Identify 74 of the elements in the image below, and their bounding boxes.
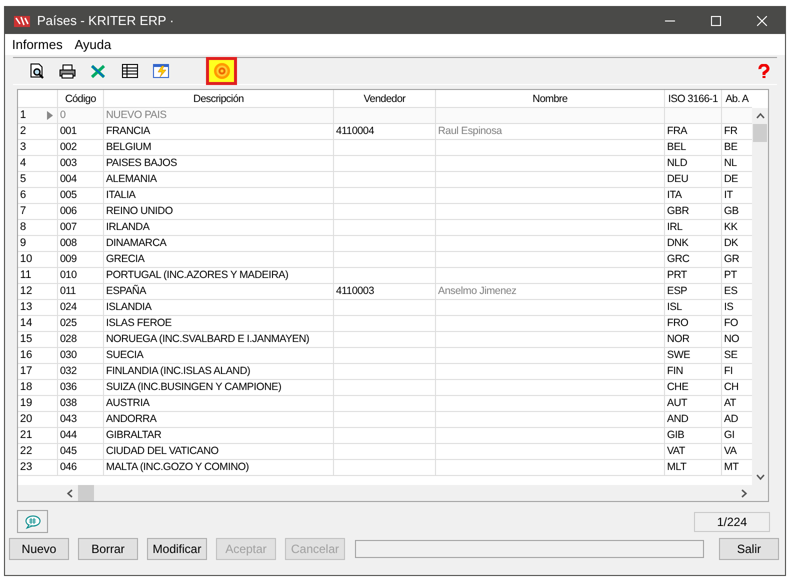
table-row[interactable]: 5 004 ALEMANIA DEU DE [18, 172, 752, 188]
table-row[interactable]: 16 030 SUECIA SWE SE [18, 348, 752, 364]
app-logo-icon [13, 14, 31, 28]
row-number: 21 [20, 428, 32, 444]
scroll-thumb[interactable] [78, 485, 94, 501]
menu-item[interactable]: Informes [12, 34, 63, 54]
menu-item[interactable]: Ayuda [74, 34, 112, 54]
row-number: 2 [20, 124, 26, 140]
table-cell: MLT [665, 460, 722, 476]
row-number: 13 [20, 300, 32, 316]
row-header[interactable]: 23 [18, 460, 58, 476]
row-number: 10 [20, 252, 32, 268]
row-number: 17 [20, 364, 32, 380]
record-counter: 1/224 [694, 512, 770, 532]
table-row[interactable]: 22 045 CIUDAD DEL VATICANO VAT VA [18, 444, 752, 460]
exit-button[interactable]: Salir [719, 538, 779, 560]
table-cell: 046 [58, 460, 104, 476]
row-number: 12 [20, 284, 32, 300]
action-button[interactable]: Nuevo [9, 538, 69, 560]
table-row[interactable]: 3 002 BELGIUM BEL BE [18, 140, 752, 156]
row-number: 18 [20, 380, 32, 396]
table-row[interactable]: 11 010 PORTUGAL (INC.AZORES Y MADEIRA) PRT PT [18, 268, 752, 284]
scroll-thumb[interactable] [753, 124, 767, 142]
maximize-icon [711, 16, 721, 26]
table-row[interactable]: 10 009 GRECIA GRC GR [18, 252, 752, 268]
row-number: 15 [20, 332, 32, 348]
row-number: 16 [20, 348, 32, 364]
row-number: 20 [20, 412, 32, 428]
close-icon [757, 16, 767, 26]
printer-icon [59, 64, 76, 78]
table-row[interactable]: 15 028 NORUEGA (INC.SVALBARD E I.JANMAYEN) NOR NO [18, 332, 752, 348]
table-row[interactable]: 20 043 ANDORRA AND AD [18, 412, 752, 428]
table-cell: MALTA (INC.GOZO Y COMINO) [104, 460, 334, 476]
table-row[interactable]: 8 007 IRLANDA IRL KK [18, 220, 752, 236]
row-number: 22 [20, 444, 32, 460]
table-row[interactable]: 18 036 SUIZA (INC.BUSINGEN Y CAMPIONE) CHE CH [18, 380, 752, 396]
row-number: 3 [20, 140, 26, 156]
row-number: 11 [20, 268, 32, 284]
table-row[interactable]: 14 025 ISLAS FEROE FRO FO [18, 316, 752, 332]
action-button[interactable]: Borrar [78, 538, 138, 560]
row-number: 7 [20, 204, 26, 220]
row-number: 14 [20, 316, 32, 332]
vertical-scrollbar[interactable] [752, 108, 768, 485]
table-row[interactable]: 1 0 NUEVO PAIS [18, 108, 752, 124]
table-row[interactable]: 17 032 FINLANDIA (INC.ISLAS ALAND) FIN FI [18, 364, 752, 380]
target-icon [212, 62, 230, 80]
row-number: 5 [20, 172, 26, 188]
table-row[interactable]: 6 005 ITALIA ITA IT [18, 188, 752, 204]
table-row[interactable]: 4 003 PAISES BAJOS NLD NL [18, 156, 752, 172]
row-number: 8 [20, 220, 26, 236]
horizontal-scrollbar[interactable] [18, 485, 768, 501]
window-title: Países - KRITER ERP · [37, 12, 174, 30]
table-icon [122, 64, 138, 78]
table-lightning-icon [152, 64, 168, 78]
table-row[interactable]: 21 044 GIBRALTAR GIB GI [18, 428, 752, 444]
row-number: 9 [20, 236, 26, 252]
speech-bubble-icon [24, 514, 40, 528]
table-row[interactable]: 23 046 MALTA (INC.GOZO Y COMINO) MLT MT [18, 460, 752, 476]
help-icon[interactable] [757, 64, 771, 78]
spreadsheet-export-icon [90, 64, 107, 78]
row-number: 23 [20, 460, 32, 476]
row-number: 1 [20, 108, 26, 124]
table-row[interactable]: 2 001 FRANCIA 4110004 Raul Espinosa FRA FR [18, 124, 752, 140]
table-row[interactable]: 13 024 ISLANDIA ISL IS [18, 300, 752, 316]
action-button[interactable]: Modificar [147, 538, 207, 560]
row-number: 4 [20, 156, 26, 172]
row-number: 6 [20, 188, 26, 204]
row-number: 19 [20, 396, 32, 412]
comment-button[interactable] [17, 510, 48, 533]
table-row[interactable]: 19 038 AUSTRIA AUT AT [18, 396, 752, 412]
table-row[interactable]: 9 008 DINAMARCA DNK DK [18, 236, 752, 252]
print-preview-icon [28, 63, 44, 79]
table-row[interactable]: 12 011 ESPAÑA 4110003 Anselmo Jimenez ESP ES [18, 284, 752, 300]
table-row[interactable]: 7 006 REINO UNIDO GBR GB [18, 204, 752, 220]
